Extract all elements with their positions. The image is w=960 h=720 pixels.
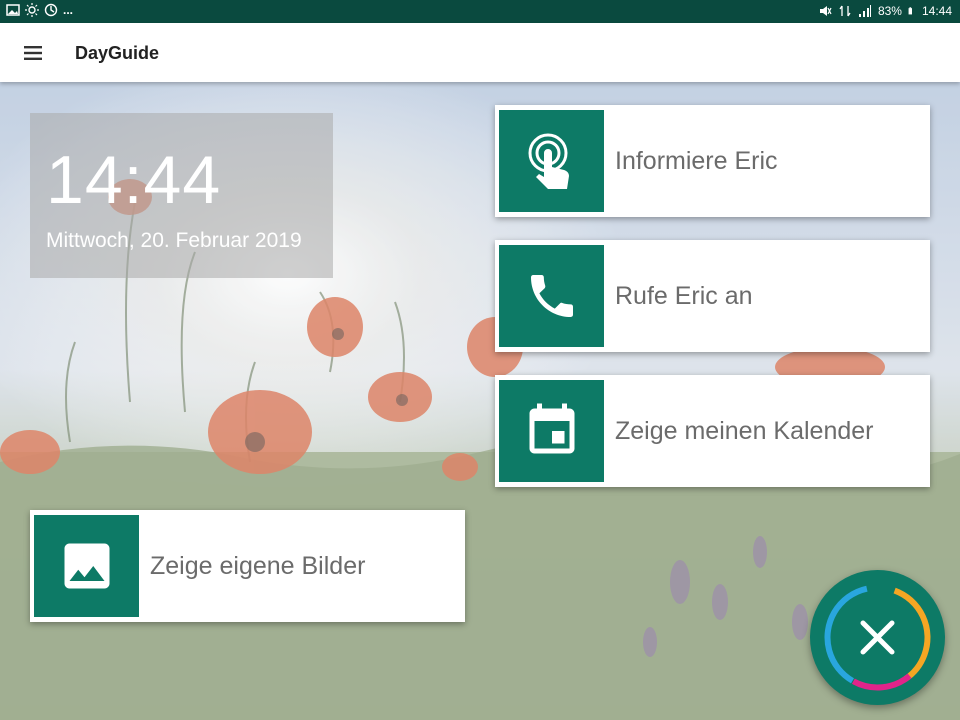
card-icon-box	[34, 515, 139, 617]
calendar-icon	[529, 403, 574, 454]
touch-icon	[528, 133, 569, 189]
status-time: 14:44	[921, 4, 952, 18]
clock-widget: 14:44 Mittwoch, 20. Februar 2019	[30, 113, 333, 278]
data-icon	[839, 5, 851, 17]
close-fab[interactable]	[810, 570, 945, 705]
status-bar: ... 83% 14:44	[0, 0, 960, 23]
card-icon-box	[499, 110, 604, 212]
phone-icon	[530, 275, 573, 317]
clock-date: Mittwoch, 20. Februar 2019	[46, 229, 302, 252]
image-icon	[6, 4, 20, 16]
action-label: Zeige meinen Kalender	[615, 417, 874, 445]
sun-icon	[25, 3, 39, 17]
card-icon-box	[499, 245, 604, 347]
action-label: Informiere Eric	[615, 147, 778, 175]
sync-icon	[44, 3, 58, 17]
close-icon	[824, 584, 931, 691]
signal-icon	[858, 5, 871, 17]
more-indicator: ...	[63, 3, 74, 17]
card-icon-box	[499, 380, 604, 482]
action-label: Zeige eigene Bilder	[150, 552, 366, 580]
action-informiere-eric[interactable]: Informiere Eric	[495, 105, 930, 217]
app-title: DayGuide	[75, 43, 160, 63]
battery-percent: 83%	[877, 4, 902, 18]
action-zeige-kalender[interactable]: Zeige meinen Kalender	[495, 375, 930, 487]
image-icon	[64, 543, 109, 589]
battery-icon	[908, 7, 912, 15]
action-zeige-bilder[interactable]: Zeige eigene Bilder	[30, 510, 465, 622]
app-bar: DayGuide	[0, 23, 960, 82]
mute-icon	[819, 6, 832, 16]
action-label: Rufe Eric an	[615, 282, 753, 310]
menu-icon[interactable]	[20, 40, 46, 66]
clock-time: 14:44	[46, 142, 222, 218]
action-rufe-eric-an[interactable]: Rufe Eric an	[495, 240, 930, 352]
